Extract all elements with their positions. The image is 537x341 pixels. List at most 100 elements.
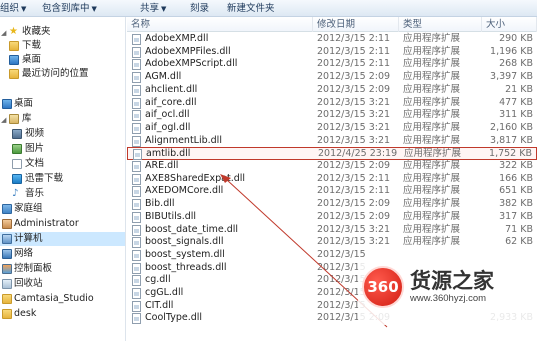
file-name: AdobeXMPScript.dll	[145, 58, 238, 70]
nav-label: 音乐	[25, 188, 45, 199]
file-name: BIBUtils.dll	[145, 210, 197, 222]
file-row[interactable]: AXE8SharedExpat.dll 2012/3/15 2:11 应用程序扩展 1…	[127, 173, 537, 186]
dll-file-icon	[132, 173, 141, 185]
new-folder-button[interactable]: 新建文件夹	[227, 2, 275, 15]
nav-camtasia-studio[interactable]: Camtasia_Studio	[0, 292, 125, 306]
file-size: 382 KB	[499, 198, 533, 210]
file-row[interactable]: aif_ogl.dll 2012/3/15 3:21 应用程序扩展 2,160 KB	[127, 122, 537, 135]
file-size: 317 KB	[499, 210, 533, 222]
nav-control-panel[interactable]: 控制面板	[0, 262, 125, 276]
desktop-icon	[2, 99, 12, 109]
include-in-library-menu[interactable]: 包含到库中 ▼	[42, 2, 97, 15]
file-row[interactable]: ahclient.dll 2012/3/15 2:09 应用程序扩展 21 KB	[127, 84, 537, 97]
file-size: 71 KB	[505, 223, 533, 235]
nav-label: Camtasia_Studio	[14, 293, 94, 304]
file-row[interactable]: Bib.dll 2012/3/15 2:09 应用程序扩展 382 KB	[127, 198, 537, 211]
file-name: AXE8SharedExpat.dll	[145, 172, 246, 184]
column-header-type[interactable]: 类型	[399, 17, 482, 32]
file-row[interactable]: AdobeXMP.dll 2012/3/15 2:11 应用程序扩展 290 KB	[127, 33, 537, 46]
column-header-row: 名称 修改日期 类型 大小	[127, 17, 537, 32]
file-row[interactable]: aif_core.dll 2012/3/15 3:21 应用程序扩展 477 KB	[127, 97, 537, 110]
recent-places-icon	[9, 69, 19, 79]
file-name: ahclient.dll	[145, 83, 198, 95]
nav-libraries[interactable]: ◢ 库	[0, 112, 125, 127]
file-type: 应用程序扩展	[403, 33, 461, 44]
file-row[interactable]: boost_signals.dll 2012/3/15 3:21 应用程序扩展 62 …	[127, 236, 537, 249]
nav-recycle-bin[interactable]: 回收站	[0, 277, 125, 291]
nav-pictures[interactable]: 图片	[0, 142, 125, 156]
file-row[interactable]: AdobeXMPScript.dll 2012/3/15 2:11 应用程序扩展 26…	[127, 58, 537, 71]
nav-desktop[interactable]: 桌面	[0, 53, 125, 67]
file-name: aif_core.dll	[145, 96, 197, 108]
nav-downloads[interactable]: 下载	[0, 39, 125, 53]
chevron-down-icon: ▼	[91, 5, 97, 13]
column-header-name[interactable]: 名称	[127, 17, 313, 32]
file-size: 290 KB	[499, 33, 533, 44]
nav-computer[interactable]: 计算机	[0, 232, 125, 246]
nav-thunder-downloads[interactable]: 迅雷下载	[0, 172, 125, 186]
file-date: 2012/3/15 3:21	[317, 96, 391, 108]
file-row[interactable]: boost_system.dll 2012/3/15	[127, 249, 537, 262]
file-row[interactable]: AdobeXMPFiles.dll 2012/3/15 2:11 应用程序扩展 1,1…	[127, 46, 537, 59]
file-type: 应用程序扩展	[403, 96, 461, 108]
file-size: 651 KB	[499, 185, 533, 197]
dll-file-icon	[132, 84, 141, 96]
file-name: AGM.dll	[145, 71, 182, 83]
user-icon	[2, 219, 12, 229]
command-bar: 组织 ▼ 包含到库中 ▼ 共享 ▼ 刻录 新建文件夹	[0, 0, 537, 17]
file-name: aif_ogl.dll	[145, 121, 191, 133]
nav-videos[interactable]: 视频	[0, 127, 125, 141]
file-date: 2012/3/15 2:09	[317, 160, 391, 171]
file-type: 应用程序扩展	[403, 134, 461, 146]
file-type: 应用程序扩展	[403, 210, 461, 222]
dll-file-icon	[132, 59, 141, 71]
file-row[interactable]: aif_ocl.dll 2012/3/15 3:21 应用程序扩展 311 KB	[127, 109, 537, 122]
share-menu[interactable]: 共享 ▼	[140, 2, 166, 15]
file-type: 应用程序扩展	[403, 236, 461, 248]
folder-icon	[2, 294, 12, 304]
dll-file-icon	[132, 224, 141, 236]
nav-favorites[interactable]: ◢ ★ 收藏夹	[0, 25, 125, 40]
organize-menu[interactable]: 组织 ▼	[0, 2, 26, 15]
expand-arrow-icon[interactable]: ◢	[1, 113, 6, 127]
file-name: AXEDOMCore.dll	[145, 185, 224, 197]
file-row[interactable]: AGM.dll 2012/3/15 2:09 应用程序扩展 3,397 KB	[127, 71, 537, 84]
nav-homegroup[interactable]: 家庭组	[0, 202, 125, 216]
nav-desk[interactable]: desk	[0, 307, 125, 321]
file-type: 应用程序扩展	[403, 71, 461, 83]
column-header-size[interactable]: 大小	[482, 17, 537, 32]
dll-file-icon	[132, 110, 141, 122]
recycle-bin-icon	[2, 279, 12, 289]
dll-file-icon	[132, 211, 141, 223]
file-type: 应用程序扩展	[403, 45, 461, 57]
pictures-icon	[12, 144, 22, 154]
nav-recent-places[interactable]: 最近访问的位置	[0, 67, 125, 81]
videos-icon	[12, 129, 22, 139]
nav-administrator[interactable]: Administrator	[0, 217, 125, 231]
file-name: AlignmentLib.dll	[145, 134, 222, 146]
nav-network[interactable]: 网络	[0, 247, 125, 261]
file-row[interactable]: ARE.dll 2012/3/15 2:09 应用程序扩展 322 KB	[127, 160, 537, 173]
dll-file-icon	[132, 275, 141, 287]
file-row[interactable]: BIBUtils.dll 2012/3/15 2:09 应用程序扩展 317 KB	[127, 211, 537, 224]
file-row[interactable]: AlignmentLib.dll 2012/3/15 3:21 应用程序扩展 3,81…	[127, 135, 537, 148]
desktop-icon	[9, 55, 19, 65]
file-date: 2012/3/15 3:21	[317, 236, 391, 248]
file-row-highlighted[interactable]: amtlib.dll 2012/4/25 23:19 应用程序扩展 1,752 KB	[127, 147, 537, 161]
burn-button[interactable]: 刻录	[190, 2, 209, 15]
dll-file-icon	[132, 300, 141, 312]
nav-music[interactable]: ♪ 音乐	[0, 187, 125, 201]
file-size: 1,196 KB	[490, 45, 533, 57]
file-date: 2012/3/15 3:21	[317, 134, 391, 146]
dll-file-icon	[132, 249, 141, 261]
file-size: 3,817 KB	[490, 134, 533, 146]
nav-documents[interactable]: 文档	[0, 157, 125, 171]
dll-file-icon	[132, 313, 141, 325]
dll-file-icon	[132, 46, 141, 58]
file-size: 3,397 KB	[490, 71, 533, 83]
file-row[interactable]: AXEDOMCore.dll 2012/3/15 2:11 应用程序扩展 651 KB	[127, 185, 537, 198]
column-header-date[interactable]: 修改日期	[313, 17, 399, 32]
expand-arrow-icon[interactable]: ◢	[1, 26, 6, 40]
file-row[interactable]: boost_date_time.dll 2012/3/15 3:21 应用程序扩展 7…	[127, 224, 537, 237]
nav-desktop-root[interactable]: 桌面	[0, 97, 125, 111]
